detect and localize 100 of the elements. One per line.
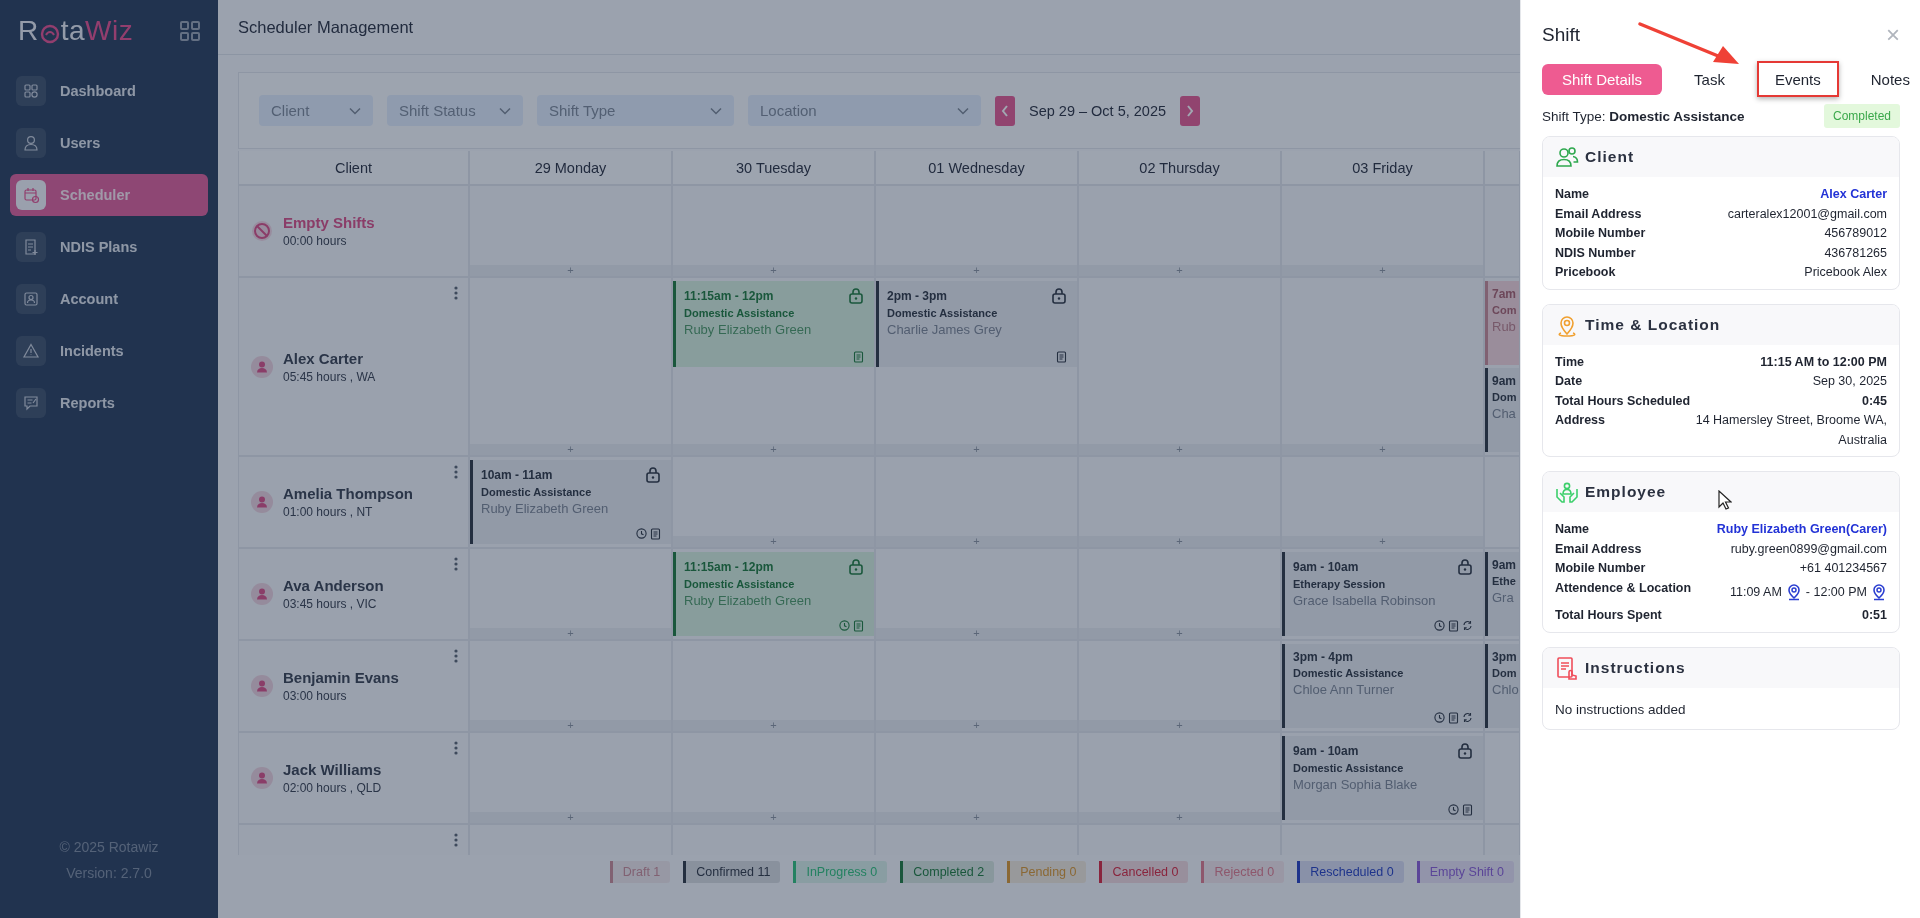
add-shift-button[interactable]: +	[470, 444, 671, 455]
more-menu-icon[interactable]	[454, 833, 458, 847]
attendance-time: 11:09 AM	[1729, 583, 1782, 601]
shift-time: 7am	[1492, 287, 1517, 301]
add-shift-button[interactable]: +	[470, 628, 671, 639]
client-hours: 00:00 hours	[283, 234, 348, 248]
field-value: Sep 30, 2025	[1812, 373, 1887, 390]
person-icon	[251, 767, 273, 789]
add-shift-button[interactable]: +	[876, 720, 1077, 731]
field-link[interactable]: Alex Carter	[1820, 185, 1887, 205]
previous-week-button[interactable]	[995, 95, 1015, 126]
add-shift-button[interactable]: +	[1079, 628, 1280, 639]
add-shift-button[interactable]: +	[470, 265, 671, 276]
add-shift-button[interactable]: +	[673, 536, 874, 547]
nav-item[interactable]: Dashboard	[10, 70, 208, 112]
nav-item[interactable]: Reports	[10, 382, 208, 424]
add-shift-button[interactable]: +	[1282, 265, 1483, 276]
more-menu-icon[interactable]	[454, 741, 458, 755]
field-label: Email Address	[1555, 205, 1642, 223]
field-label: Address	[1555, 412, 1606, 429]
field-value: ruby.green0899@gmail.com	[1730, 540, 1887, 558]
shift-card[interactable]: 9am Dom Cha	[1485, 368, 1519, 452]
shift-card[interactable]: 11:15am - 12pm Domestic Assistance Ruby Elizabeth Green	[673, 281, 874, 367]
add-shift-button[interactable]: +	[1282, 536, 1483, 547]
tab[interactable]: Task	[1674, 63, 1745, 95]
shift-card[interactable]: 2pm - 3pm Domestic Assistance Charlie James Grey	[876, 281, 1077, 367]
add-shift-button[interactable]: +	[876, 628, 1077, 639]
status-badge: Completed	[1823, 104, 1900, 128]
add-shift-button[interactable]: +	[876, 536, 1077, 547]
nav-item[interactable]: Scheduler	[10, 174, 208, 216]
tab[interactable]: Shift Details	[1542, 63, 1663, 95]
more-menu-icon[interactable]	[454, 465, 458, 479]
legend-label: Rejected 0	[1213, 864, 1276, 881]
legend-label: Empty Shift 0	[1428, 864, 1505, 881]
shift-card[interactable]: 9am - 10am Etherapy Session Grace Isabella Robinson	[1282, 552, 1483, 636]
field-label: Date	[1555, 373, 1583, 390]
nav-item[interactable]: Incidents	[10, 330, 208, 372]
shift-time: 9am	[1492, 374, 1517, 388]
more-menu-icon[interactable]	[454, 649, 458, 663]
tab[interactable]: Events	[1756, 61, 1839, 97]
location-pin-icon[interactable]	[1785, 583, 1802, 601]
nav-item[interactable]: NDIS Plans	[10, 226, 208, 268]
close-button[interactable]: ×	[1886, 23, 1900, 47]
add-shift-button[interactable]: +	[673, 265, 874, 276]
field-value: 436781265	[1824, 244, 1887, 262]
add-shift-button[interactable]: +	[1282, 444, 1483, 455]
add-shift-button[interactable]: +	[876, 444, 1077, 455]
person-icon	[251, 675, 273, 697]
shift-card[interactable]: 3pm Dom Chlo	[1485, 644, 1519, 728]
filter-dropdown[interactable]: Shift Type	[537, 95, 734, 126]
chevron-down-icon	[499, 106, 511, 115]
add-shift-button[interactable]: +	[673, 720, 874, 731]
tab[interactable]: Notes	[1850, 63, 1920, 95]
section-title: Employee	[1585, 483, 1667, 501]
add-shift-button[interactable]: +	[673, 444, 874, 455]
next-week-button[interactable]	[1180, 95, 1201, 126]
shift-card[interactable]: 3pm - 4pm Domestic Assistance Chloe Ann Turner	[1282, 644, 1483, 728]
calendar-icon	[16, 180, 46, 210]
legend-label: Cancelled 0	[1111, 864, 1180, 881]
client-hours: 03:00 hours	[283, 689, 348, 703]
filter-dropdown[interactable]: Location	[748, 95, 981, 126]
client-name: Benjamin Evans	[283, 669, 399, 686]
more-menu-icon[interactable]	[454, 286, 458, 300]
add-shift-button[interactable]: +	[876, 812, 1077, 823]
field-value: 456789012	[1824, 225, 1887, 242]
add-shift-button[interactable]: +	[1079, 536, 1280, 547]
shift-card[interactable]: 9am - 10am Domestic Assistance Morgan Sophia Blake	[1282, 736, 1483, 820]
nav-item[interactable]: Users	[10, 122, 208, 164]
add-shift-button[interactable]: +	[1079, 444, 1280, 455]
shift-card[interactable]: 10am - 11am Domestic Assistance Ruby Elizabeth Green	[470, 460, 671, 544]
chevron-down-icon	[349, 106, 361, 115]
more-menu-icon[interactable]	[454, 557, 458, 571]
field-value: 0:51	[1861, 607, 1887, 624]
add-shift-button[interactable]: +	[470, 720, 671, 731]
clock-icon	[1448, 804, 1459, 815]
field-link[interactable]: Ruby Elizabeth Green(Carer)	[1716, 520, 1887, 540]
ban-icon	[251, 220, 273, 242]
add-shift-button[interactable]: +	[1079, 265, 1280, 276]
employee-name: Charlie James Grey	[887, 322, 1003, 337]
field-value: 11:15 AM to 12:00 PM	[1760, 353, 1887, 371]
column-header: 03 Friday	[1282, 151, 1483, 184]
add-shift-button[interactable]: +	[1079, 720, 1280, 731]
lock-icon	[645, 466, 661, 483]
client-hours: 03:45 hours , VIC	[283, 597, 378, 611]
location-pin-icon[interactable]	[1871, 583, 1887, 601]
document-hand-icon	[1555, 655, 1579, 680]
add-shift-button[interactable]: +	[1079, 812, 1280, 823]
filter-dropdown[interactable]: Client	[259, 95, 373, 126]
shift-card[interactable]: 11:15am - 12pm Domestic Assistance Ruby Elizabeth Green	[673, 552, 874, 636]
apps-grid-icon[interactable]	[180, 21, 200, 41]
add-shift-button[interactable]: +	[876, 265, 1077, 276]
nav-item[interactable]: Account	[10, 278, 208, 320]
add-shift-button[interactable]: +	[470, 812, 671, 823]
shift-card[interactable]: 9am Ethe Gra	[1485, 552, 1519, 636]
shift-type: Dom	[1492, 391, 1518, 403]
note-icon	[1462, 804, 1473, 816]
add-shift-button[interactable]: +	[673, 812, 874, 823]
column-header: 02 Thursday	[1079, 151, 1280, 184]
filter-dropdown[interactable]: Shift Status	[387, 95, 523, 126]
legend-label: Pending 0	[1019, 864, 1078, 881]
